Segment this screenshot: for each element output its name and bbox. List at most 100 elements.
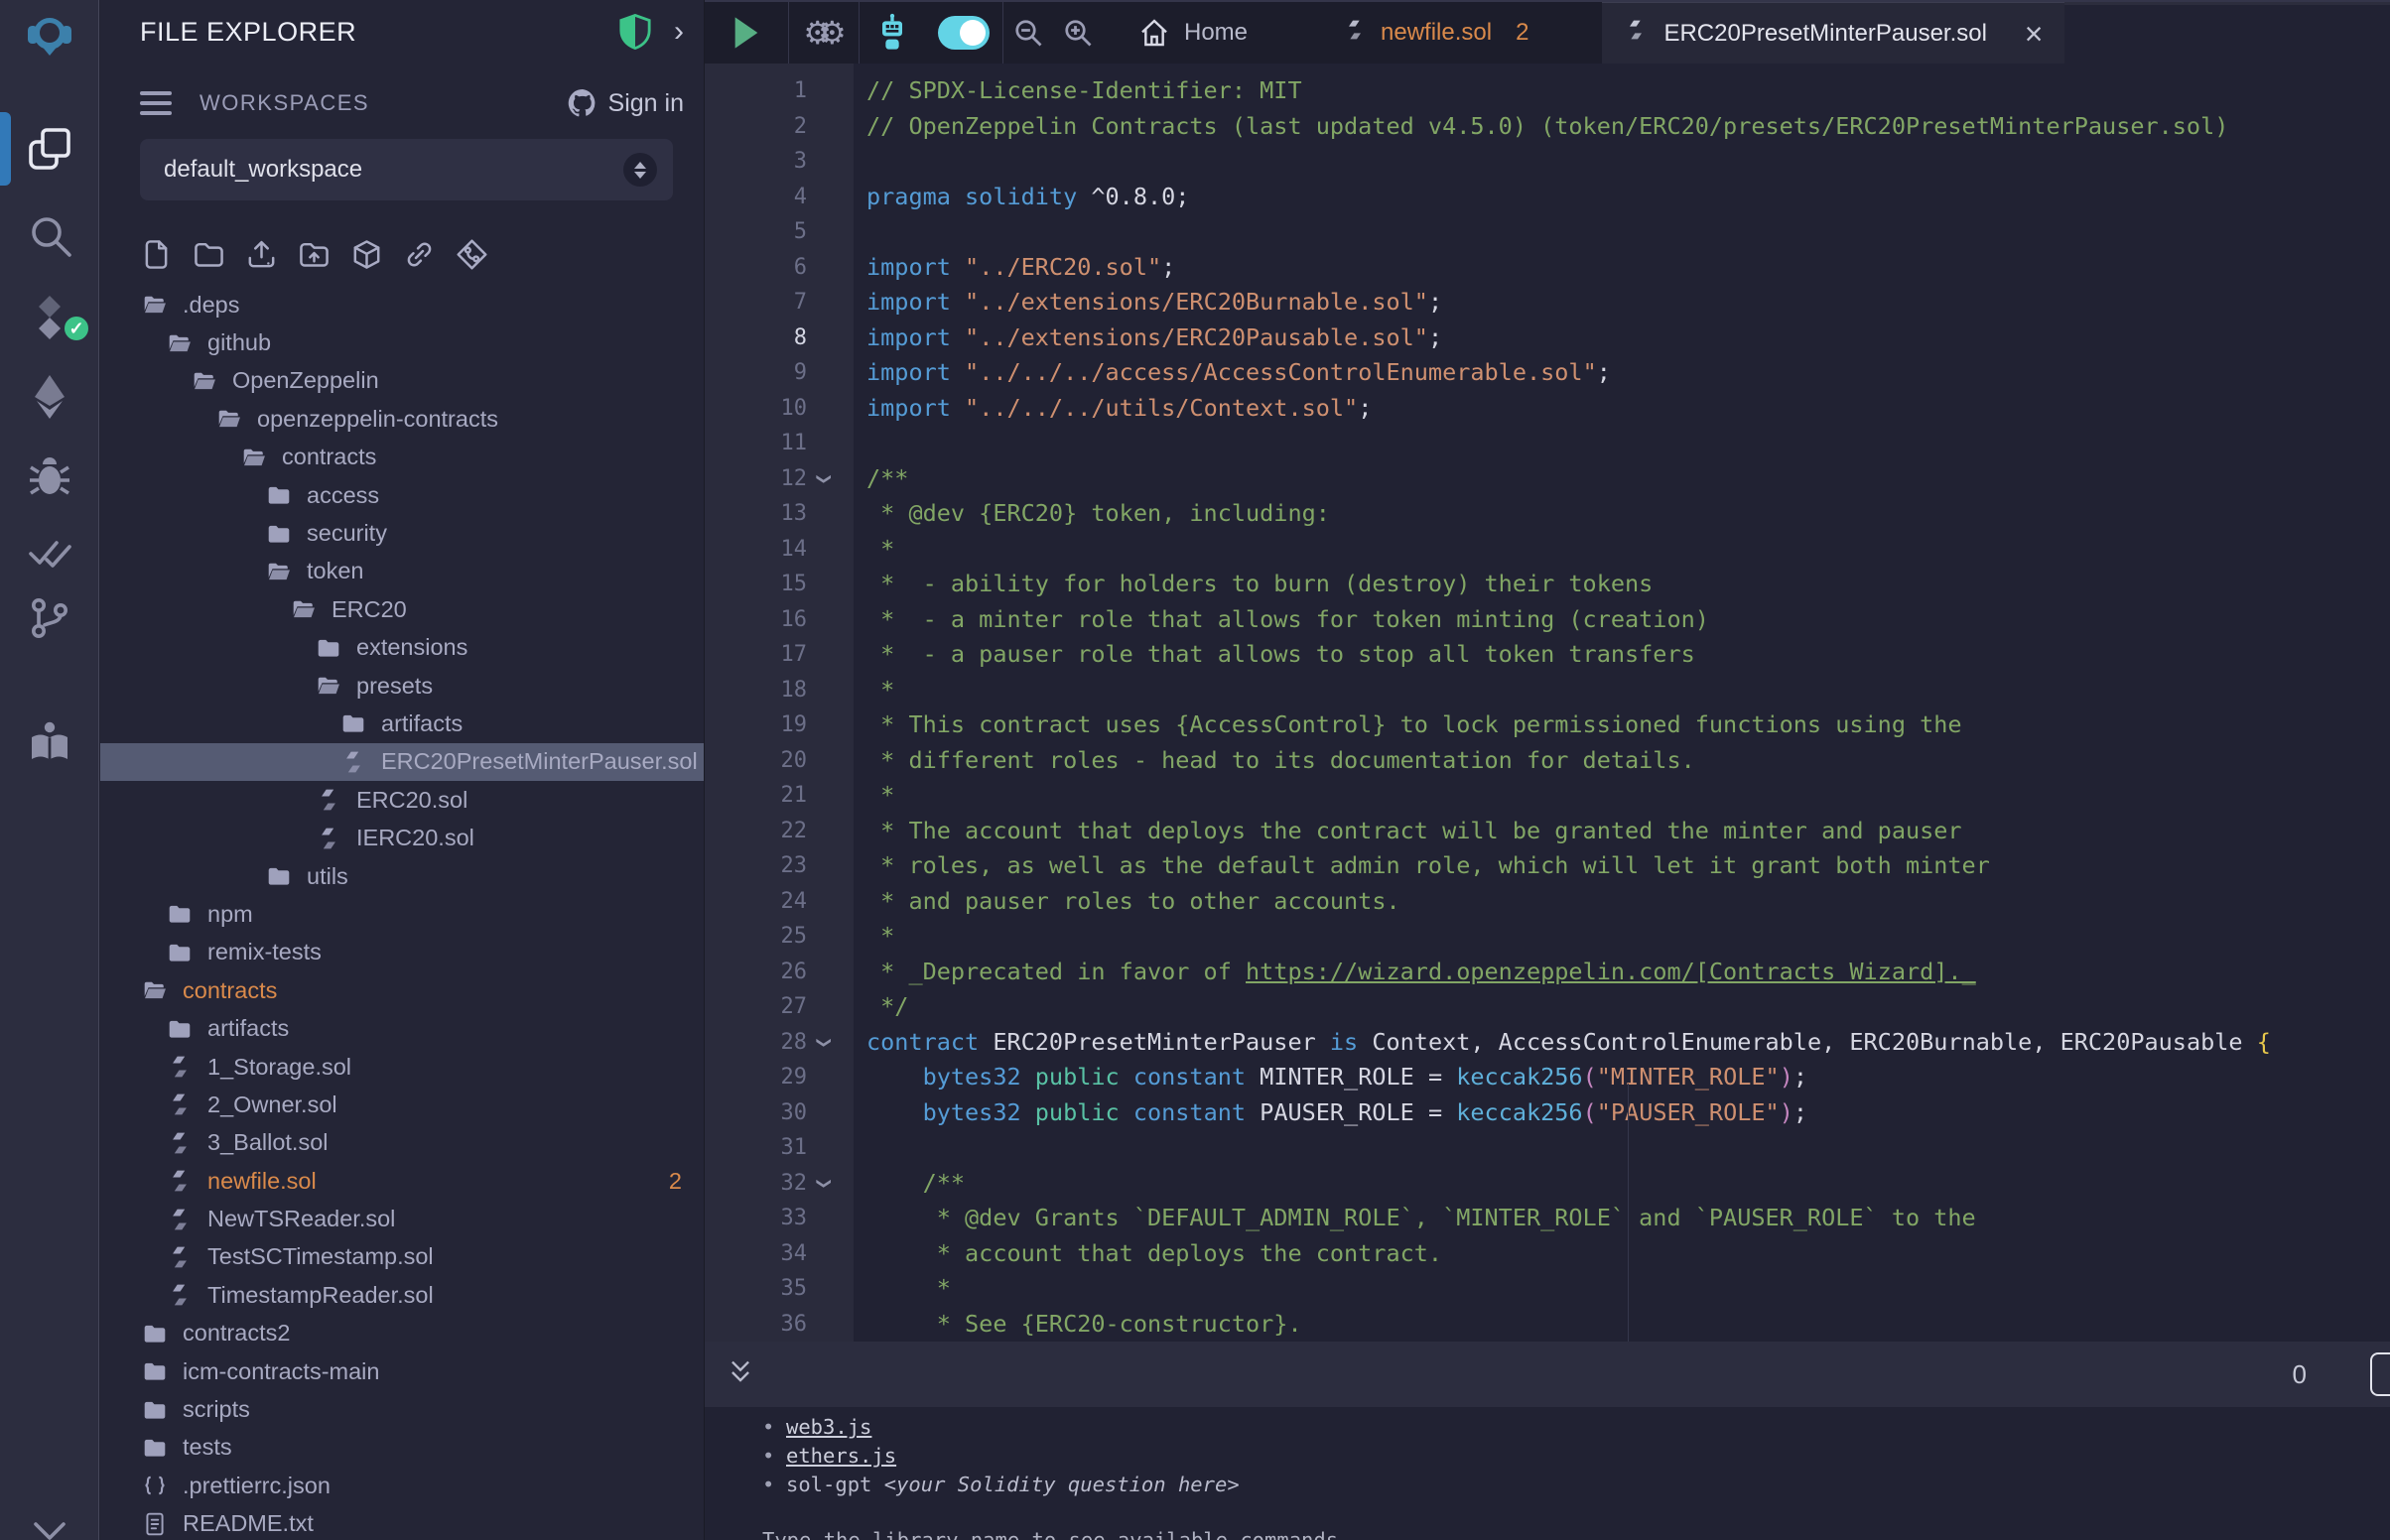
code-line-21[interactable]: 21 *: [705, 778, 2390, 814]
code-line-16[interactable]: 16 * - a minter role that allows for tok…: [705, 602, 2390, 638]
tree-file-erc20presetminterpauser.sol[interactable]: ERC20PresetMinterPauser.sol: [100, 743, 704, 781]
tree-file-readme.txt[interactable]: README.txt: [100, 1505, 704, 1540]
gutter-line-number[interactable]: 25: [705, 919, 854, 955]
gutter-line-number[interactable]: 14: [705, 532, 854, 568]
gutter-line-number[interactable]: 19: [705, 707, 854, 743]
code-line-4[interactable]: 4pragma solidity ^0.8.0;: [705, 180, 2390, 215]
new-folder-icon[interactable]: [191, 234, 226, 274]
activity-file-explorer-icon[interactable]: [0, 121, 99, 177]
collapse-panel-chevron-icon[interactable]: ›: [674, 17, 684, 47]
code-line-13[interactable]: 13 * @dev {ERC20} token, including:: [705, 496, 2390, 532]
tree-folder-token[interactable]: token: [100, 553, 704, 590]
gutter-line-number[interactable]: 34: [705, 1236, 854, 1272]
gutter-line-number[interactable]: 31: [705, 1130, 854, 1166]
code-line-17[interactable]: 17 * - a pauser role that allows to stop…: [705, 637, 2390, 673]
ai-copilot-icon[interactable]: [860, 2, 925, 64]
code-line-31[interactable]: 31: [705, 1130, 2390, 1166]
activity-solidity-compiler-icon[interactable]: ✓: [0, 290, 99, 345]
fold-chevron-icon[interactable]: ❯: [806, 1177, 842, 1189]
code-editor[interactable]: 1// SPDX-License-Identifier: MIT2// Open…: [705, 64, 2390, 1342]
activity-git-icon[interactable]: [0, 590, 99, 646]
copilot-toggle[interactable]: [925, 2, 1002, 64]
activity-learneth-icon[interactable]: [0, 714, 99, 770]
activity-remix-logo-icon[interactable]: [0, 8, 99, 64]
gutter-line-number[interactable]: 4: [705, 180, 854, 215]
script-settings-icon[interactable]: ⚙⚙: [789, 2, 859, 64]
tree-folder-tests[interactable]: tests: [100, 1429, 704, 1467]
fold-chevron-icon[interactable]: ❯: [806, 1036, 842, 1048]
terminal-output[interactable]: •web3.js•ethers.js•sol-gpt <your Solidit…: [705, 1407, 2390, 1540]
tree-file-3_ballot.sol[interactable]: 3_Ballot.sol: [100, 1124, 704, 1162]
tree-file-timestampreader.sol[interactable]: TimestampReader.sol: [100, 1276, 704, 1314]
gutter-line-number[interactable]: 3: [705, 144, 854, 180]
code-line-15[interactable]: 15 * - ability for holders to burn (dest…: [705, 567, 2390, 602]
tree-folder-openzeppelin[interactable]: OpenZeppelin: [100, 362, 704, 400]
code-line-34[interactable]: 34 * account that deploys the contract.: [705, 1236, 2390, 1272]
new-file-icon[interactable]: [138, 234, 174, 274]
tree-folder-access[interactable]: access: [100, 476, 704, 514]
gutter-line-number[interactable]: 21: [705, 778, 854, 814]
workspace-select[interactable]: default_workspace: [140, 139, 673, 200]
code-line-30[interactable]: 30 bytes32 public constant PAUSER_ROLE =…: [705, 1095, 2390, 1131]
clone-git-repository-icon[interactable]: [454, 234, 489, 274]
gutter-line-number[interactable]: 30: [705, 1095, 854, 1131]
load-from-url-icon[interactable]: [401, 234, 437, 274]
code-line-33[interactable]: 33 * @dev Grants `DEFAULT_ADMIN_ROLE`, `…: [705, 1201, 2390, 1236]
tree-folder-erc20[interactable]: ERC20: [100, 590, 704, 628]
tree-folder-contracts[interactable]: contracts: [100, 971, 704, 1009]
gutter-line-number[interactable]: 26: [705, 955, 854, 990]
activity-search-icon[interactable]: [0, 207, 99, 263]
code-line-1[interactable]: 1// SPDX-License-Identifier: MIT: [705, 73, 2390, 109]
gutter-line-number[interactable]: 5: [705, 214, 854, 250]
run-script-button[interactable]: [705, 2, 788, 64]
gutter-line-number[interactable]: 2: [705, 109, 854, 145]
tree-file-1_storage.sol[interactable]: 1_Storage.sol: [100, 1048, 704, 1086]
tree-folder-contracts2[interactable]: contracts2: [100, 1315, 704, 1352]
gutter-line-number[interactable]: 36: [705, 1307, 854, 1343]
gutter-line-number[interactable]: 33: [705, 1201, 854, 1236]
gutter-line-number[interactable]: 15: [705, 567, 854, 602]
code-line-28[interactable]: 28❯contract ERC20PresetMinterPauser is C…: [705, 1025, 2390, 1061]
gutter-line-number[interactable]: 13: [705, 496, 854, 532]
activity-more-plugins-icon[interactable]: [0, 1516, 99, 1540]
code-line-29[interactable]: 29 bytes32 public constant MINTER_ROLE =…: [705, 1060, 2390, 1095]
gutter-line-number[interactable]: 7: [705, 285, 854, 321]
code-line-3[interactable]: 3: [705, 144, 2390, 180]
tree-folder-.deps[interactable]: .deps: [100, 286, 704, 323]
code-line-7[interactable]: 7import "../extensions/ERC20Burnable.sol…: [705, 285, 2390, 321]
tree-folder-artifacts[interactable]: artifacts: [100, 1009, 704, 1047]
tree-file-newtsreader.sol[interactable]: NewTSReader.sol: [100, 1200, 704, 1237]
tree-file-.prettierrc.json[interactable]: .prettierrc.json: [100, 1467, 704, 1504]
code-line-10[interactable]: 10import "../../../utils/Context.sol";: [705, 391, 2390, 427]
code-line-23[interactable]: 23 * roles, as well as the default admin…: [705, 848, 2390, 884]
tree-file-testsctimestamp.sol[interactable]: TestSCTimestamp.sol: [100, 1238, 704, 1276]
gutter-line-number[interactable]: 35: [705, 1271, 854, 1307]
tree-folder-security[interactable]: security: [100, 514, 704, 552]
tree-folder-icm-contracts-main[interactable]: icm-contracts-main: [100, 1352, 704, 1390]
activity-unit-testing-icon[interactable]: [0, 525, 99, 580]
code-line-6[interactable]: 6import "../ERC20.sol";: [705, 250, 2390, 286]
tree-folder-extensions[interactable]: extensions: [100, 629, 704, 667]
code-line-12[interactable]: 12❯/**: [705, 461, 2390, 497]
gutter-line-number[interactable]: 32❯: [705, 1166, 854, 1202]
expand-terminal-icon[interactable]: [727, 1357, 754, 1392]
code-line-8[interactable]: 8import "../extensions/ERC20Pausable.sol…: [705, 321, 2390, 356]
zoom-in-icon[interactable]: [1053, 2, 1103, 64]
github-sign-in-button[interactable]: Sign in: [567, 87, 684, 119]
terminal-list-item[interactable]: •ethers.js: [762, 1442, 2390, 1471]
tree-folder-utils[interactable]: utils: [100, 857, 704, 895]
activity-deploy-and-run-icon[interactable]: [0, 369, 99, 425]
gutter-line-number[interactable]: 10: [705, 391, 854, 427]
code-line-36[interactable]: 36 * See {ERC20-constructor}.: [705, 1307, 2390, 1343]
gutter-line-number[interactable]: 9: [705, 355, 854, 391]
code-line-19[interactable]: 19 * This contract uses {AccessControl} …: [705, 707, 2390, 743]
code-line-2[interactable]: 2// OpenZeppelin Contracts (last updated…: [705, 109, 2390, 145]
code-line-22[interactable]: 22 * The account that deploys the contra…: [705, 814, 2390, 849]
code-line-18[interactable]: 18 *: [705, 673, 2390, 708]
tree-folder-artifacts[interactable]: artifacts: [100, 705, 704, 742]
gutter-line-number[interactable]: 16: [705, 602, 854, 638]
gutter-line-number[interactable]: 28❯: [705, 1025, 854, 1061]
tab-home[interactable]: Home: [1138, 2, 1248, 64]
tree-folder-remix-tests[interactable]: remix-tests: [100, 934, 704, 971]
tree-file-newfile.sol[interactable]: newfile.sol2: [100, 1162, 704, 1200]
